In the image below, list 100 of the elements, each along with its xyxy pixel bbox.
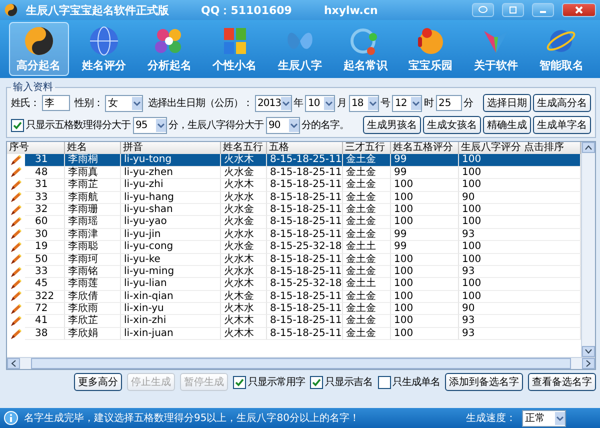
speed-label: 生成速度： [466, 412, 516, 425]
date-select[interactable]: 2013 [254, 94, 292, 112]
table-cell: 8-15-18-25-11 [267, 328, 343, 340]
toolbar-tab[interactable]: 个性小名 [204, 22, 265, 76]
date-unit: 月 [337, 97, 346, 110]
table-cell: 李雨铭 [65, 266, 121, 278]
scroll-down-icon[interactable] [585, 349, 592, 354]
minimize-button[interactable] [532, 3, 554, 17]
table-cell: li-yu-zhi [121, 179, 221, 192]
checkbox-label: 只显示吉名 [325, 376, 372, 389]
table-cell: 100 [391, 192, 459, 204]
action-button[interactable]: 生成女孩名 [423, 116, 481, 134]
table-cell: li-yu-shan [121, 204, 221, 216]
table-cell: 火水木 [221, 278, 267, 291]
table-cell: 8-15-18-25-11 [267, 266, 343, 278]
table-cell: 8-15-25-32-18 [267, 241, 343, 254]
table-cell: 8-15-18-25-11 [267, 179, 343, 192]
date-select[interactable]: 12 [392, 94, 422, 112]
table-cell: 火木木 [221, 315, 267, 328]
pencil-icon [10, 328, 22, 340]
scroll-left-icon[interactable] [11, 360, 16, 367]
table-cell: 100 [459, 154, 581, 167]
pencil-icon [10, 204, 22, 216]
table-cell: 90 [459, 303, 581, 316]
date-select[interactable]: 10 [305, 94, 335, 112]
table-cell: 93 [459, 328, 581, 340]
panel-title: 输入资料 [12, 80, 54, 94]
pencil-icon [10, 167, 22, 178]
table-cell: 金土金 [343, 166, 391, 180]
toolbar-tab[interactable]: 姓名评分 [74, 22, 134, 76]
toolbar-tab[interactable]: 智能取名 [531, 22, 592, 76]
table-cell: 金土金 [343, 303, 391, 316]
table-cell: 100 [459, 278, 581, 291]
chat-button[interactable] [472, 3, 494, 17]
table-cell: li-yu-yao [121, 216, 221, 229]
close-button[interactable] [562, 3, 596, 17]
table-cell: li-yu-cong [121, 241, 221, 254]
toolbar-tab[interactable]: 起名常识 [335, 22, 396, 76]
table-cell: 8-15-18-25-11 [267, 216, 343, 229]
table-cell: 100 [459, 241, 581, 254]
website-text: hxylw.cn [324, 4, 378, 16]
action-button[interactable]: 更多高分 [74, 373, 122, 391]
toolbar-tab[interactable]: 生辰八字 [270, 22, 330, 76]
window-title: 生辰八字宝宝起名软件正式版 [26, 2, 169, 18]
checkbox[interactable] [378, 376, 390, 388]
table-cell: li-yu-ke [121, 254, 221, 266]
vertical-scrollbar[interactable] [581, 142, 595, 357]
checkbox[interactable] [310, 376, 323, 388]
table-cell: 金土金 [343, 204, 391, 216]
table-cell: 8-15-18-25-11 [267, 204, 343, 216]
table-cell: 33 [25, 266, 65, 278]
app-logo-icon [4, 3, 18, 17]
table-cell: 100 [391, 278, 459, 291]
pencil-icon [10, 229, 22, 240]
gender-select[interactable]: 女 [105, 94, 143, 112]
skin-button[interactable] [502, 3, 524, 17]
table-cell: 金土金 [343, 228, 391, 242]
minute-field[interactable]: 25 [436, 95, 462, 111]
scroll-right-icon[interactable] [586, 360, 591, 367]
table-cell: li-yu-jin [121, 228, 221, 242]
table-cell: 李雨瑶 [65, 216, 121, 229]
pencil-icon [10, 278, 22, 290]
table-cell: 李欣倩 [65, 290, 121, 304]
speech-bubble-icon [478, 6, 488, 14]
table-cell: 金土金 [343, 179, 391, 192]
action-button[interactable]: 生成单字名 [533, 116, 591, 134]
table-cell: 32 [25, 204, 65, 216]
table-cell: 李雨珂 [65, 254, 121, 266]
date-select[interactable]: 18 [348, 94, 378, 112]
scroll-up-icon[interactable] [585, 145, 592, 150]
action-button[interactable]: 生成男孩名 [363, 116, 421, 134]
table-cell: 100 [459, 254, 581, 266]
surname-field[interactable]: 李 [42, 95, 70, 111]
toolbar-tab[interactable]: 宝宝乐园 [400, 22, 461, 76]
horizontal-scrollbar[interactable] [7, 357, 595, 369]
speed-select[interactable]: 正常 [522, 410, 566, 426]
table-cell: 李欣雨 [65, 303, 121, 316]
action-button[interactable]: 精确生成 [483, 116, 531, 134]
surname-label: 姓氏： [11, 96, 40, 110]
table-cell: 48 [25, 166, 65, 180]
score-select[interactable]: 90 [266, 116, 300, 134]
pencil-icon [10, 180, 22, 191]
filter-label: 分，生辰八字得分大于 [168, 118, 264, 132]
table-cell: 30 [25, 228, 65, 242]
action-button[interactable]: 选择日期 [483, 94, 531, 112]
toolbar-tab[interactable]: 关于软件 [466, 22, 526, 76]
table-cell: 8-15-18-25-11 [267, 254, 343, 266]
checkbox[interactable] [233, 376, 246, 388]
table-cell: li-xin-yu [121, 303, 221, 316]
action-button[interactable]: 查看备选名字 [528, 373, 596, 391]
checkbox-label: 只显示常用字 [248, 376, 305, 389]
table-cell: 金土金 [343, 192, 391, 204]
action-button[interactable]: 生成高分名 [533, 94, 591, 112]
table-cell: 100 [391, 328, 459, 340]
toolbar-tab[interactable]: 分析起名 [139, 22, 200, 76]
score-select[interactable]: 95 [132, 116, 166, 134]
action-button[interactable]: 添加到备选名字 [445, 373, 523, 391]
checkbox[interactable] [11, 118, 24, 132]
qq-number: QQ：51101609 [201, 2, 292, 18]
table-cell: 火木木 [221, 328, 267, 340]
